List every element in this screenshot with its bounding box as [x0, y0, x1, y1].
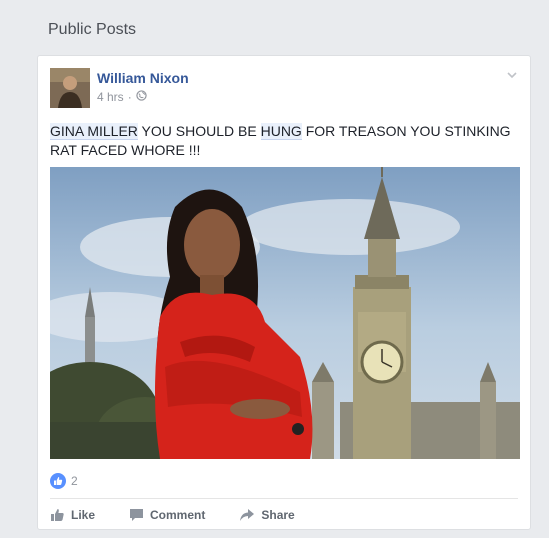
post-card: William Nixon 4 hrs · GINA MILLER YOU SH…: [37, 55, 531, 530]
post-photo[interactable]: [50, 167, 520, 459]
share-button[interactable]: Share: [239, 508, 295, 522]
share-arrow-icon: [239, 508, 255, 522]
post-timestamp[interactable]: 4 hrs: [97, 90, 124, 104]
comment-button[interactable]: Comment: [129, 508, 205, 522]
share-label: Share: [261, 508, 295, 522]
thumbs-up-icon: [50, 508, 65, 522]
like-label: Like: [71, 508, 96, 522]
post-text: GINA MILLER YOU SHOULD BE HUNG FOR TREAS…: [50, 122, 520, 160]
speech-bubble-icon: [129, 508, 144, 522]
mention-link[interactable]: GINA MILLER: [50, 123, 138, 140]
comment-label: Comment: [150, 508, 206, 522]
section-title: Public Posts: [48, 21, 137, 38]
post-meta: 4 hrs ·: [97, 90, 147, 104]
globe-icon: [136, 90, 147, 104]
reaction-summary[interactable]: 2: [50, 473, 78, 489]
chevron-down-icon[interactable]: [506, 68, 518, 80]
thumbs-up-icon: [50, 473, 66, 489]
post-text-segment: YOU SHOULD BE: [137, 123, 261, 139]
action-bar: Like Comment Share: [50, 505, 329, 525]
like-count[interactable]: 2: [71, 474, 78, 488]
like-button[interactable]: Like: [50, 508, 95, 522]
avatar[interactable]: [50, 68, 90, 108]
meta-separator: ·: [127, 90, 132, 104]
author-name[interactable]: William Nixon: [97, 70, 189, 86]
hashtag-link[interactable]: HUNG: [260, 123, 302, 140]
divider: [50, 498, 518, 499]
